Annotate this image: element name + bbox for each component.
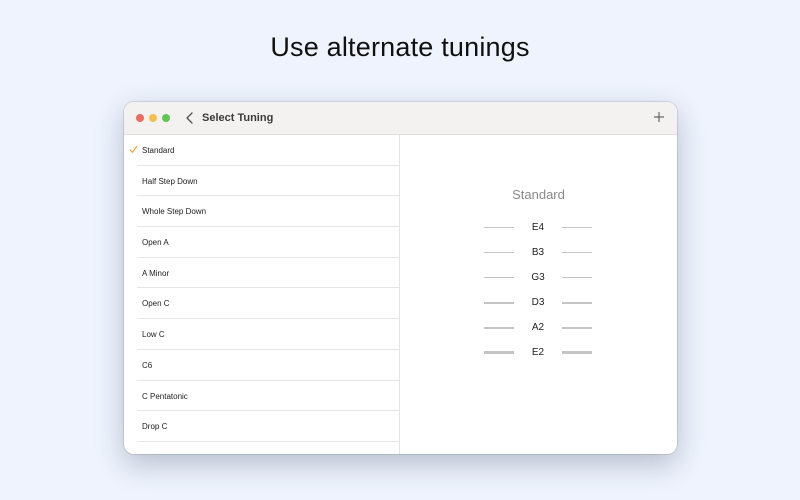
plus-icon bbox=[653, 111, 665, 123]
tuning-label: Open A bbox=[142, 238, 169, 248]
tuning-label: A Minor bbox=[142, 268, 170, 278]
zoom-window-button[interactable] bbox=[162, 114, 170, 122]
string-row: A2 bbox=[484, 321, 592, 335]
app-window: Select Tuning Standard Half Step Down Wh… bbox=[124, 102, 677, 454]
string-line bbox=[562, 351, 592, 354]
tuning-label: Standard bbox=[142, 146, 175, 155]
string-row: E2 bbox=[484, 346, 592, 360]
string-row: G3 bbox=[484, 271, 592, 285]
back-button[interactable] bbox=[183, 110, 197, 126]
string-note: B3 bbox=[531, 247, 545, 258]
tuning-item-a-minor[interactable]: A Minor bbox=[124, 258, 399, 289]
checkmark-icon bbox=[129, 145, 138, 153]
tuning-item-c6[interactable]: C6 bbox=[124, 350, 399, 381]
tuning-label: Whole Step Down bbox=[142, 207, 207, 217]
tuning-label: C6 bbox=[142, 360, 153, 370]
tuning-item-low-c[interactable]: Low C bbox=[124, 319, 399, 350]
tuning-list: Standard Half Step Down Whole Step Down … bbox=[124, 135, 400, 454]
title-bar: Select Tuning bbox=[124, 102, 677, 135]
string-line bbox=[562, 302, 592, 304]
headline: Use alternate tunings bbox=[270, 32, 530, 62]
tuning-label: Open C bbox=[142, 299, 170, 309]
tuning-item-whole-step-down[interactable]: Whole Step Down bbox=[124, 196, 399, 227]
string-line bbox=[562, 227, 592, 228]
tuning-item-drop-c[interactable]: Drop C bbox=[124, 411, 399, 442]
tuning-detail: Standard E4 B3 G3 D3 A2 E2 bbox=[400, 135, 677, 454]
string-line bbox=[562, 326, 592, 329]
tuning-item-half-step-down[interactable]: Half Step Down bbox=[124, 166, 399, 197]
tuning-label: C Pentatonic bbox=[142, 391, 188, 401]
tuning-item-open-c[interactable]: Open C bbox=[124, 288, 399, 319]
close-window-button[interactable] bbox=[136, 114, 144, 122]
tuning-name: Standard bbox=[512, 187, 565, 202]
tuning-label: Low C bbox=[142, 330, 165, 340]
tuning-item-open-a[interactable]: Open A bbox=[124, 227, 399, 258]
string-row: E4 bbox=[484, 221, 592, 235]
string-row: D3 bbox=[484, 296, 592, 310]
minimize-window-button[interactable] bbox=[149, 114, 157, 122]
window-title: Select Tuning bbox=[202, 112, 274, 124]
string-line bbox=[562, 252, 592, 253]
tuning-label: Drop C bbox=[142, 422, 168, 432]
add-tuning-button[interactable] bbox=[651, 109, 667, 125]
tuning-item-c-pentatonic[interactable]: C Pentatonic bbox=[124, 381, 399, 412]
chevron-left-icon bbox=[186, 112, 193, 124]
string-line bbox=[562, 277, 592, 279]
string-row: B3 bbox=[484, 246, 592, 260]
tuning-item-standard[interactable]: Standard bbox=[124, 135, 399, 166]
tuning-label: Half Step Down bbox=[142, 176, 198, 186]
string-note: E4 bbox=[531, 222, 545, 233]
